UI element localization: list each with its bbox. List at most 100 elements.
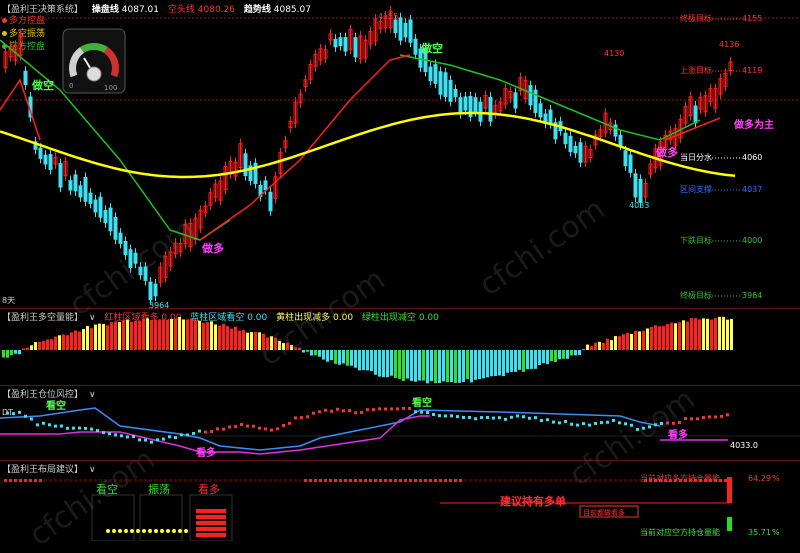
risk-dot [654, 423, 657, 427]
risk-dot [618, 421, 621, 425]
risk-dot [624, 422, 627, 426]
energy-bar [26, 347, 29, 350]
trend-dot [74, 479, 77, 482]
risk-dot [102, 431, 105, 435]
energy-bar [710, 319, 713, 350]
zhendang-dot [148, 529, 152, 533]
trend-dot [304, 479, 307, 482]
risk-dot [474, 417, 477, 421]
risk-dot [72, 426, 75, 430]
candle [478, 97, 483, 127]
candlestick-chart[interactable]: 4155 4130 4136 3964 4033 做空 做多 做空 做多 做多为… [0, 0, 800, 308]
energy-bar [378, 350, 381, 377]
option-kong: 看空 [96, 482, 118, 496]
energy-bar [554, 350, 557, 362]
risk-dot [684, 417, 687, 421]
candle [298, 89, 303, 108]
candle [353, 32, 358, 62]
signal-label: 做多为主 [733, 118, 774, 131]
layout-advice-pane[interactable]: 【盈利王布局建议】 ∨ 看空 振荡 看多 建议持有多单 当前对应多方持仓量能 64… [0, 461, 800, 541]
candle [613, 120, 618, 142]
risk-value: 4033.0 [730, 441, 758, 450]
energy-bar [498, 350, 501, 376]
zhendang-dot [160, 529, 164, 533]
trend-dot [194, 479, 197, 482]
candle [308, 59, 313, 85]
trend-dot [414, 479, 417, 482]
candle [3, 46, 8, 73]
candle [553, 117, 558, 144]
candle [108, 203, 113, 236]
candle [648, 159, 653, 179]
trend-dot [149, 479, 152, 482]
candle [713, 83, 718, 114]
candle [193, 213, 198, 245]
candle [63, 156, 68, 181]
risk-dot [426, 411, 429, 415]
trend-dot [314, 479, 317, 482]
energy-bar [646, 328, 649, 350]
candle [503, 83, 508, 110]
candle [93, 195, 98, 217]
candle [238, 138, 243, 173]
trend-dot [124, 479, 127, 482]
svg-text:当日分水: 当日分水 [680, 152, 712, 162]
energy-bar [666, 324, 669, 350]
risk-dot [150, 440, 153, 444]
energy-bar [542, 350, 545, 364]
candle [273, 171, 278, 204]
energy-bar [518, 350, 521, 370]
energy-bar [426, 350, 429, 384]
energy-bar [698, 319, 701, 350]
risk-dot [708, 415, 711, 419]
candle [233, 157, 238, 182]
energy-bar [186, 319, 189, 350]
risk-dot [672, 421, 675, 425]
trend-dot [239, 479, 242, 482]
position-risk-pane[interactable]: 【盈利王仓位风控】 ∨ DT 看空 看多 看空 看多 4033.0 [0, 386, 800, 460]
trend-dot [424, 479, 427, 482]
candle [118, 228, 123, 249]
trend-dot [274, 479, 277, 482]
risk-dot [552, 420, 555, 424]
candle [133, 248, 138, 269]
candle [168, 246, 173, 271]
main-chart-pane[interactable]: 【盈利王决策系统】 操盘线 4087.01 空头线 4080.26 趋势线 40… [0, 0, 800, 308]
trend-dot [259, 479, 262, 482]
trend-dot [69, 479, 72, 482]
risk-dot [48, 423, 51, 427]
trend-dot [534, 479, 537, 482]
energy-bar [74, 330, 77, 350]
risk-dot [492, 416, 495, 420]
risk-dot [204, 430, 207, 434]
energy-bar [438, 350, 441, 384]
energy-bar [678, 322, 681, 350]
candle [188, 218, 193, 252]
signal-label: 做空 [420, 41, 443, 55]
energy-bar [178, 317, 181, 350]
energy-bar [486, 350, 489, 378]
trend-dot [339, 479, 342, 482]
energy-bar [230, 328, 233, 350]
trend-dot [84, 479, 87, 482]
candle [288, 116, 293, 133]
energy-bar [562, 350, 565, 359]
risk-dot [522, 415, 525, 419]
candle [398, 12, 403, 46]
risk-dot [564, 419, 567, 423]
candle [588, 144, 593, 163]
risk-dot [714, 415, 717, 419]
risk-dot [180, 433, 183, 437]
risk-dot [438, 414, 441, 418]
energy-bar [374, 350, 377, 375]
volume-energy-pane[interactable]: 【盈利王多空量能】 ∨ 红柱区域看多 0.00 蓝柱区域看空 0.00 黄柱出现减… [0, 309, 800, 385]
energy-bar [450, 350, 453, 383]
trend-dot [469, 479, 472, 482]
energy-bar [462, 350, 465, 382]
risk-dot [612, 418, 615, 422]
period-label: 8天 [2, 296, 15, 305]
risk-dot [360, 410, 363, 414]
trend-dot [564, 479, 567, 482]
energy-bar [234, 326, 237, 350]
duo-strength-bar [196, 515, 226, 519]
